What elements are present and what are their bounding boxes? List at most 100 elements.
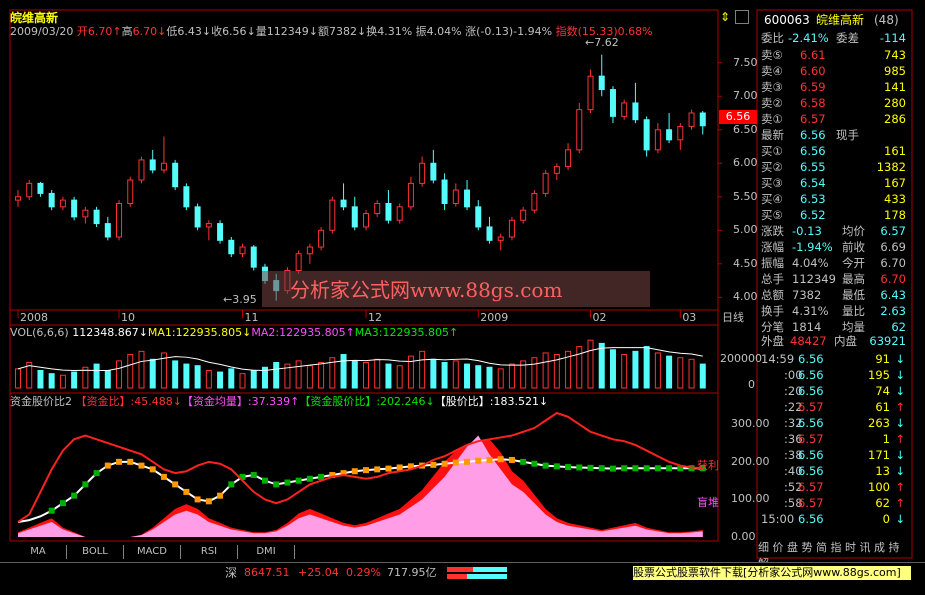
tab-ma[interactable]: MA bbox=[10, 545, 67, 559]
stat-label: 均价 bbox=[842, 224, 865, 238]
close-label: 收 bbox=[211, 25, 223, 38]
volume-bar bbox=[497, 368, 504, 389]
zoom-box-icon[interactable] bbox=[735, 10, 749, 24]
bid-label: 买③ bbox=[761, 176, 783, 190]
tick-price: 6.57 bbox=[798, 400, 824, 414]
candle-body bbox=[666, 129, 673, 141]
ind-block bbox=[621, 465, 628, 472]
candle-body bbox=[621, 102, 628, 117]
candle-body bbox=[318, 229, 325, 248]
ind-block bbox=[520, 458, 527, 465]
date-tick: 2008 bbox=[20, 311, 48, 324]
tab-rsi[interactable]: RSI bbox=[181, 545, 238, 559]
tick-arrow-icon: ↓ bbox=[895, 464, 905, 478]
bid-row: 买① 6.56 161 bbox=[758, 143, 910, 159]
low-label: 低 bbox=[166, 25, 178, 38]
ind-block bbox=[666, 465, 673, 472]
candle-body bbox=[576, 109, 583, 151]
stat-value: 6.43 bbox=[880, 288, 906, 302]
candle-body bbox=[363, 213, 369, 228]
ind-block bbox=[363, 467, 369, 474]
candle-body bbox=[138, 159, 145, 181]
ma3-value: 122935.805 bbox=[382, 326, 449, 339]
quote-count: (48) bbox=[874, 13, 899, 27]
candle-body bbox=[475, 206, 482, 228]
tab-macd[interactable]: MACD bbox=[124, 545, 181, 559]
ask-row: 卖③ 6.59 141 bbox=[758, 79, 910, 95]
current-price-tag: 6.56 bbox=[719, 110, 757, 124]
volume-bar bbox=[59, 374, 66, 389]
candle-body bbox=[565, 149, 572, 168]
tick-row: :40 6.56 13 ↓ bbox=[758, 463, 910, 479]
ma2-value: 122935.805 bbox=[279, 326, 346, 339]
tick-time: 15:00 bbox=[761, 512, 795, 526]
ind-block bbox=[261, 477, 268, 484]
bid-volume: 1382 bbox=[876, 160, 906, 174]
tick-arrow-icon: ↑ bbox=[895, 480, 905, 494]
ind-s2-value: :37.339 bbox=[247, 395, 291, 408]
ind-s2-label: 【资金均量】 bbox=[181, 395, 248, 408]
index-pct: 0.29% bbox=[346, 566, 381, 579]
ind-block bbox=[284, 479, 291, 486]
ind-block bbox=[228, 481, 235, 488]
ind-block bbox=[351, 468, 358, 475]
ad-bar-down2 bbox=[467, 574, 507, 579]
ind-block bbox=[160, 473, 167, 480]
volume-bar bbox=[430, 358, 437, 389]
candle-body bbox=[520, 209, 527, 221]
ind-title: 资金股价比2 bbox=[10, 395, 72, 408]
candle-body bbox=[497, 236, 504, 241]
stat-label: 量比 bbox=[842, 304, 865, 318]
tick-row: 14:59 6.56 91 ↓ bbox=[758, 351, 910, 367]
weibi-row: 委比 -2.41% 委差 -114 bbox=[758, 30, 910, 46]
ind-s4-value: :183.521 bbox=[489, 395, 539, 408]
date-tick: 02 bbox=[592, 311, 607, 324]
volume-bar bbox=[475, 365, 482, 389]
watermark-text: 分析家公式网www.88gs.com bbox=[290, 278, 563, 302]
ind-block bbox=[508, 456, 515, 463]
candle-body bbox=[654, 129, 661, 151]
ind-block bbox=[71, 492, 78, 499]
candle-body bbox=[217, 223, 224, 241]
tick-time: 14:59 bbox=[761, 352, 795, 366]
stat-label: 最低 bbox=[842, 288, 865, 302]
tab-dmi[interactable]: DMI bbox=[238, 545, 295, 559]
bid-price: 6.52 bbox=[800, 208, 826, 222]
quote-footer[interactable]: 细 价 盘 势 简 指 时 讯 成 持 解 bbox=[758, 540, 910, 570]
candle-body bbox=[127, 179, 134, 204]
tick-arrow-icon: ↑ bbox=[895, 496, 905, 510]
bid-volume: 167 bbox=[884, 176, 906, 190]
tick-price: 6.56 bbox=[798, 352, 824, 366]
bid-label: 买⑤ bbox=[761, 208, 783, 222]
candle-body bbox=[250, 246, 257, 268]
candle-body bbox=[37, 182, 44, 194]
price-tick: 6.50 bbox=[733, 122, 758, 136]
volume-bar bbox=[598, 342, 605, 389]
ind-block bbox=[565, 464, 572, 471]
ind-s3-arrow: ↓ bbox=[425, 395, 435, 408]
bid-row: 买⑤ 6.52 178 bbox=[758, 207, 910, 223]
candle-body bbox=[172, 162, 179, 188]
tick-row: :38 6.56 171 ↓ bbox=[758, 447, 910, 463]
ad-banner[interactable]: 股票公式股票软件下载[分析家公式网www.88gs.com] bbox=[633, 566, 911, 580]
quote-header: 600063 皖维高新 (48) bbox=[758, 12, 910, 28]
amount-value: 7382 bbox=[329, 25, 357, 38]
candle-body bbox=[71, 199, 78, 218]
candle-body bbox=[116, 202, 123, 238]
tick-volume: 0 bbox=[882, 512, 890, 526]
period-label[interactable]: 日线 bbox=[722, 311, 744, 325]
high-mark-value: 7.62 bbox=[594, 36, 619, 49]
candle-body bbox=[508, 219, 515, 238]
tab-boll[interactable]: BOLL bbox=[67, 545, 124, 559]
ind-block bbox=[104, 462, 111, 469]
stat-value: 112349 bbox=[792, 272, 836, 286]
scroll-arrows-icon[interactable]: ⇕ bbox=[720, 10, 730, 24]
candle-body bbox=[160, 162, 167, 171]
stat-row: 振幅 4.04% 今开 6.70 bbox=[758, 255, 910, 271]
ask-price: 6.60 bbox=[800, 64, 826, 78]
volume-bar bbox=[149, 358, 156, 389]
change-label: 涨 bbox=[465, 25, 477, 38]
candle-body bbox=[553, 166, 560, 174]
ind-block bbox=[430, 461, 437, 468]
ask-price: 6.58 bbox=[800, 96, 826, 110]
